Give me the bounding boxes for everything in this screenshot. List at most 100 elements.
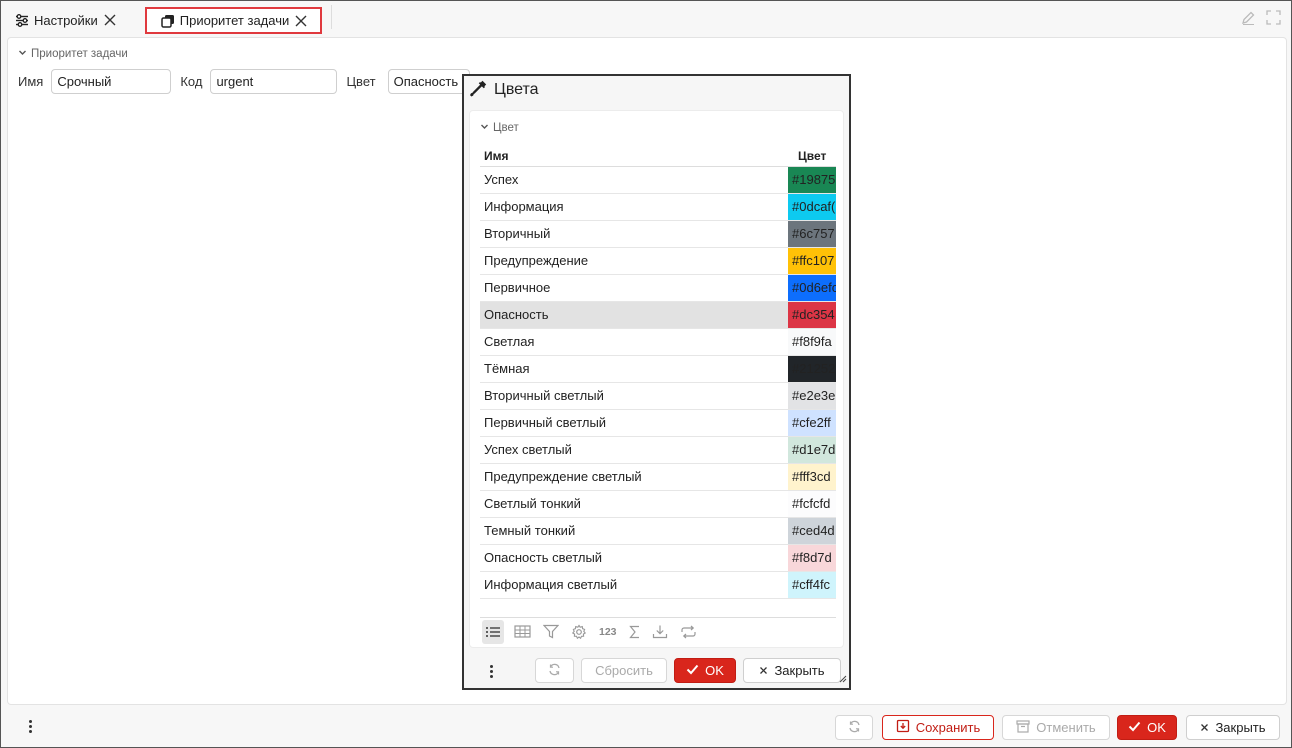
resize-handle-icon[interactable] (838, 671, 847, 686)
column-header-color[interactable]: Цвет (788, 145, 836, 166)
count-label: 123 (599, 625, 617, 638)
grid-header: Имя Цвет (480, 145, 836, 167)
close-icon (759, 663, 768, 678)
color-name-cell: Светлая (484, 334, 535, 349)
pencil-icon[interactable] (1240, 10, 1256, 29)
color-value-cell: #fff3cd (788, 464, 836, 490)
color-value-cell: #21252 (788, 356, 836, 382)
color-name-cell: Первичное (484, 280, 551, 295)
section-header[interactable]: Цвет (480, 122, 519, 134)
color-name-cell: Опасность светлый (484, 550, 603, 565)
checkmark-icon (1128, 720, 1141, 735)
colors-grid: Имя Цвет Успех #19875 Информация #0dcaf(Вто… (480, 145, 836, 615)
bottom-bar: Сохранить Отменить OK Закрыть (7, 711, 1287, 743)
fullscreen-icon[interactable] (1266, 10, 1281, 29)
column-header-name[interactable]: Имя (480, 145, 788, 166)
refresh-icon (848, 720, 861, 736)
sum-icon[interactable] (627, 620, 642, 644)
color-name-cell: Информация светлый (484, 577, 618, 592)
table-row[interactable]: Первичный светлый #cfe2ff (480, 410, 836, 437)
refresh-button[interactable] (835, 715, 873, 740)
table-row[interactable]: Опасность светлый #f8d7d (480, 545, 836, 572)
color-value-cell: #6c757 (788, 221, 836, 247)
table-row[interactable]: Опасность #dc354 (480, 302, 836, 329)
close-label: Закрыть (774, 663, 825, 678)
table-row[interactable]: Успех #19875 (480, 167, 836, 194)
close-icon[interactable] (294, 14, 308, 28)
gear-icon[interactable] (569, 620, 589, 644)
color-name-cell: Успех (484, 172, 519, 187)
name-label: Имя (18, 74, 44, 89)
table-row[interactable]: Предупреждение светлый #fff3cd (480, 464, 836, 491)
table-row[interactable]: Вторичный #6c757 (480, 221, 836, 248)
table-view-icon[interactable] (512, 620, 533, 644)
table-row[interactable]: Информация светлый #cff4fc (480, 572, 836, 599)
color-name-cell: Тёмная (484, 361, 530, 376)
reset-button[interactable]: Сбросить (581, 658, 667, 683)
color-value-cell: #f8f9fa (788, 329, 836, 355)
color-label: Цвет (346, 74, 376, 89)
color-value-cell: #fcfcfd (788, 491, 836, 517)
dialog-more-menu-button[interactable] (490, 665, 493, 678)
save-button[interactable]: Сохранить (882, 715, 994, 740)
close-icon (1200, 720, 1209, 735)
chevron-down-icon (18, 48, 27, 60)
more-menu-button[interactable] (29, 720, 32, 733)
dialog-close-button[interactable]: Закрыть (743, 658, 841, 683)
code-input[interactable] (210, 69, 338, 94)
table-row[interactable]: Светлый тонкий #fcfcfd (480, 491, 836, 518)
dialog-header[interactable]: Цвета (464, 76, 849, 104)
filter-icon[interactable] (541, 620, 561, 644)
table-row[interactable]: Светлая #f8f9fa (480, 329, 836, 356)
sliders-icon (15, 13, 29, 27)
color-value-cell: #f8d7d (788, 545, 836, 571)
section-title: Цвет (493, 122, 519, 134)
table-row[interactable]: Успех светлый #d1e7d (480, 437, 836, 464)
color-input[interactable] (387, 69, 470, 94)
count-button[interactable]: 123 (597, 620, 619, 644)
color-value-cell: #0d6efc (788, 275, 836, 301)
color-name-cell: Опасность (484, 307, 549, 322)
tab-divider (331, 5, 332, 29)
name-input[interactable] (51, 69, 172, 94)
ok-button[interactable]: OK (1117, 715, 1177, 740)
dialog-refresh-button[interactable] (535, 658, 574, 683)
close-icon[interactable] (103, 13, 117, 27)
app-window: Настройки Приоритет задачи Приоритет зад… (0, 0, 1292, 748)
color-value-cell: #ced4d (788, 518, 836, 544)
close-button[interactable]: Закрыть (1186, 715, 1280, 740)
color-value-cell: #cff4fc (788, 572, 836, 598)
section-header[interactable]: Приоритет задачи (18, 48, 128, 60)
table-row[interactable]: Вторичный светлый #e2e3e (480, 383, 836, 410)
download-icon[interactable] (650, 620, 670, 644)
color-value-cell: #cfe2ff (788, 410, 836, 436)
code-label: Код (180, 74, 203, 89)
tab-settings[interactable]: Настройки (7, 6, 125, 34)
repeat-icon[interactable] (678, 620, 699, 644)
close-label: Закрыть (1215, 720, 1266, 735)
copy-icon (161, 14, 175, 28)
save-icon (896, 719, 910, 736)
cancel-changes-button[interactable]: Отменить (1002, 715, 1110, 740)
color-value-cell: #0dcaf( (788, 194, 836, 220)
dialog-ok-button[interactable]: OK (674, 658, 736, 683)
color-name-cell: Темный тонкий (484, 523, 576, 538)
save-label: Сохранить (915, 720, 981, 735)
table-row[interactable]: Темный тонкий #ced4d (480, 518, 836, 545)
checkmark-icon (686, 663, 699, 678)
chevron-down-icon (480, 122, 489, 134)
table-row[interactable]: Тёмная #21252 (480, 356, 836, 383)
ok-label: OK (1147, 720, 1166, 735)
table-row[interactable]: Первичное #0d6efc (480, 275, 836, 302)
color-name-cell: Первичный светлый (484, 415, 607, 430)
eyedropper-icon (470, 79, 488, 102)
table-row[interactable]: Информация #0dcaf( (480, 194, 836, 221)
color-name-cell: Светлый тонкий (484, 496, 581, 511)
tab-bar: Настройки Приоритет задачи (7, 4, 323, 34)
tab-task-priority[interactable]: Приоритет задачи (144, 7, 323, 34)
color-value-cell: #dc354 (788, 302, 836, 328)
table-row[interactable]: Предупреждение #ffc107 (480, 248, 836, 275)
list-view-icon[interactable] (482, 619, 504, 644)
color-name-cell: Информация (484, 199, 564, 214)
form-row: Имя Код Цвет (18, 69, 470, 94)
